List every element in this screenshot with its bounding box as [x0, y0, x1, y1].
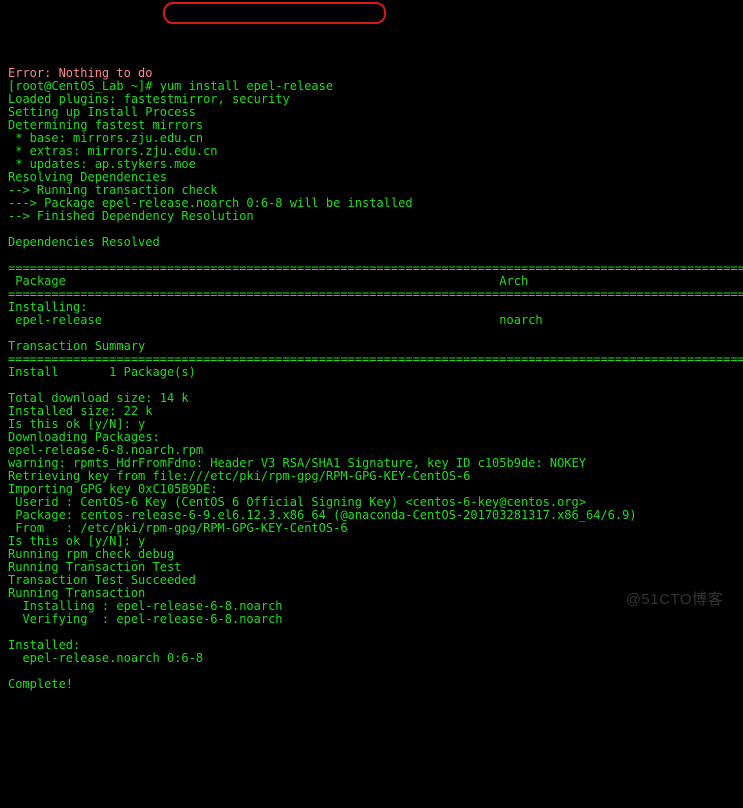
prompt-line: [root@CentOS_Lab ~]# yum install epel-re…: [8, 79, 333, 93]
output-line: Transaction Summary: [8, 339, 145, 353]
output-line: Installing:: [8, 300, 87, 314]
output-line: Total download size: 14 k: [8, 391, 189, 405]
output-line: Downloading Packages:: [8, 430, 160, 444]
output-line: --> Running transaction check: [8, 183, 218, 197]
error-line: Error: Nothing to do: [8, 66, 153, 80]
command-text: yum install epel-release: [160, 79, 333, 93]
table-rule: ========================================…: [8, 261, 743, 275]
output-line: Loaded plugins: fastestmirror, security: [8, 92, 290, 106]
output-line: Retrieving key from file:///etc/pki/rpm-…: [8, 469, 470, 483]
output-line: * updates: ap.stykers.moe: [8, 157, 196, 171]
table-rule: ========================================…: [8, 287, 743, 301]
output-line: Resolving Dependencies: [8, 170, 167, 184]
output-line: Dependencies Resolved: [8, 235, 160, 249]
table-header: Package Arch: [8, 274, 528, 288]
output-line: Determining fastest mirrors: [8, 118, 203, 132]
output-line: Installed size: 22 k: [8, 404, 153, 418]
output-line: Complete!: [8, 677, 73, 691]
output-line: Running Transaction: [8, 586, 145, 600]
output-line: Userid : CentOS-6 Key (CentOS 6 Official…: [8, 495, 586, 509]
output-line: Running Transaction Test: [8, 560, 181, 574]
output-line: Running rpm_check_debug: [8, 547, 174, 561]
output-line: Importing GPG key 0xC105B9DE:: [8, 482, 218, 496]
table-rule: ========================================…: [8, 352, 743, 366]
output-line: Package: centos-release-6-9.el6.12.3.x86…: [8, 508, 637, 522]
output-line: From : /etc/pki/rpm-gpg/RPM-GPG-KEY-Cent…: [8, 521, 348, 535]
output-line: Verifying : epel-release-6-8.noarch: [8, 612, 283, 626]
output-line: Installing : epel-release-6-8.noarch: [8, 599, 283, 613]
output-line: epel-release.noarch 0:6-8: [8, 651, 203, 665]
table-row: epel-release noarch: [8, 313, 543, 327]
output-line: Installed:: [8, 638, 80, 652]
output-line: --> Finished Dependency Resolution: [8, 209, 254, 223]
output-line: * base: mirrors.zju.edu.cn: [8, 131, 203, 145]
output-line: ---> Package epel-release.noarch 0:6-8 w…: [8, 196, 413, 210]
output-line: epel-release-6-8.noarch.rpm: [8, 443, 203, 457]
output-line: Is this ok [y/N]: y: [8, 417, 145, 431]
command-highlight-annotation: [163, 2, 386, 24]
output-line: * extras: mirrors.zju.edu.cn: [8, 144, 218, 158]
output-line: Install 1 Package(s): [8, 365, 196, 379]
watermark: @51CTO博客: [626, 593, 723, 606]
output-line: Setting up Install Process: [8, 105, 196, 119]
output-line: Is this ok [y/N]: y: [8, 534, 145, 548]
output-line: warning: rpmts_HdrFromFdno: Header V3 RS…: [8, 456, 586, 470]
shell-prompt: [root@CentOS_Lab ~]#: [8, 79, 160, 93]
output-line: Transaction Test Succeeded: [8, 573, 196, 587]
